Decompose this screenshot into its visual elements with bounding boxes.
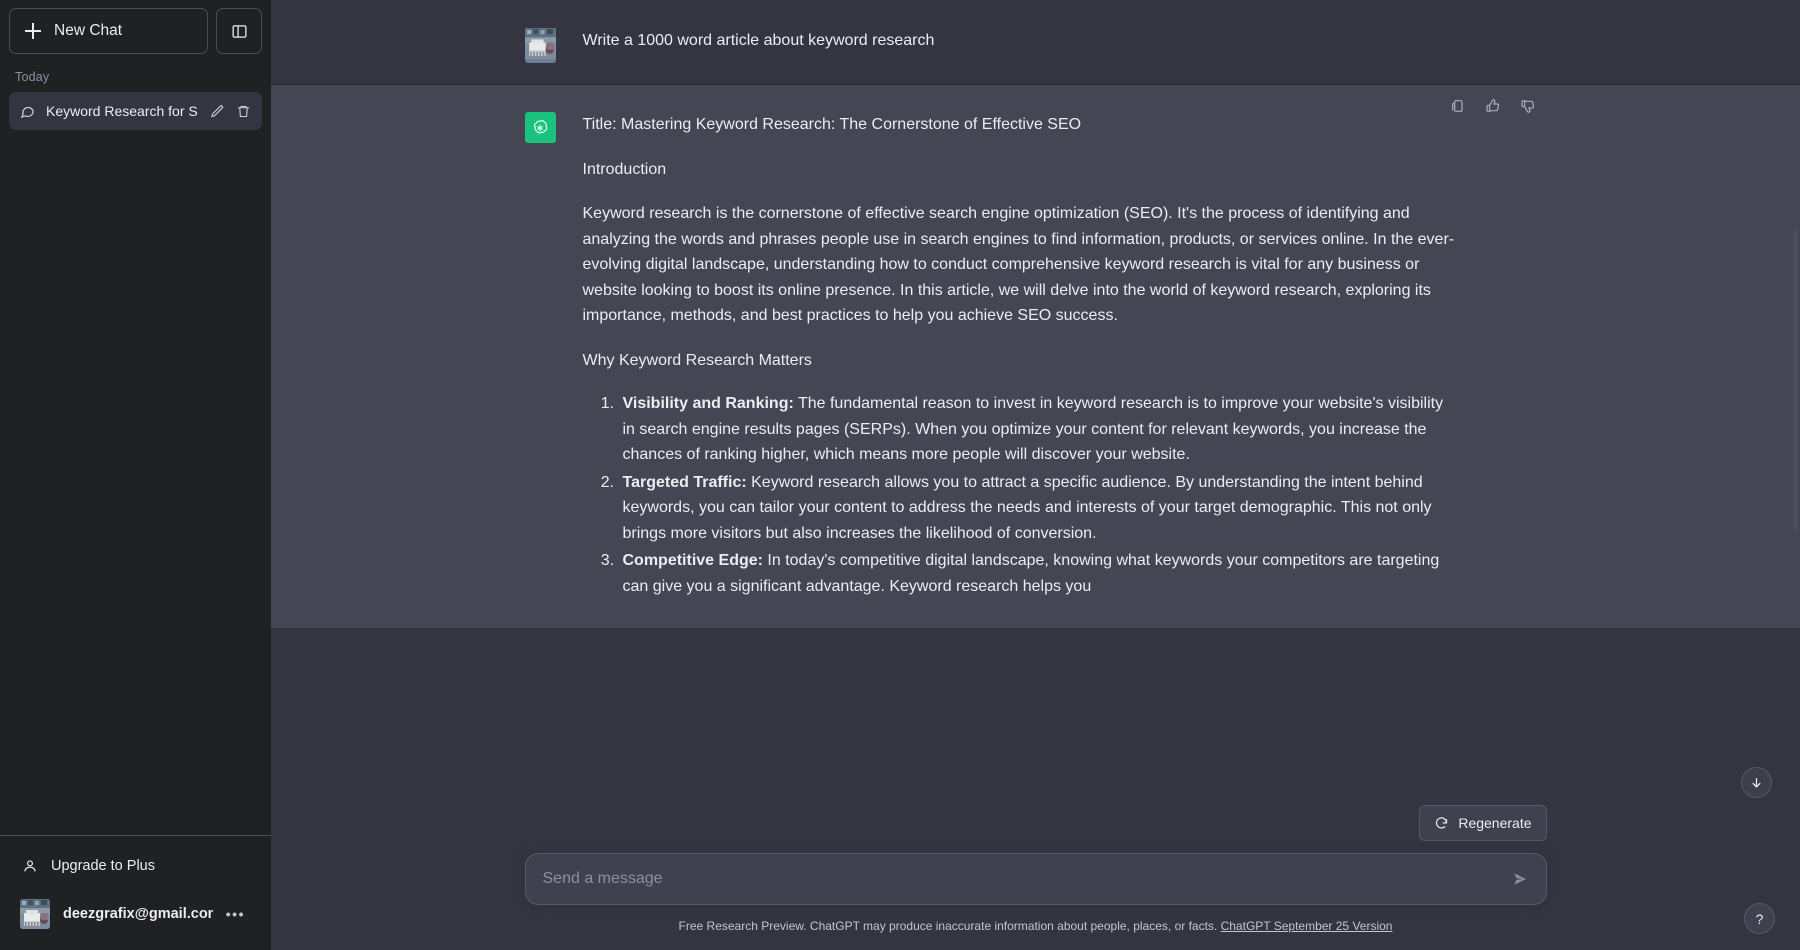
thumbs-up-button[interactable] <box>1480 93 1506 119</box>
sidebar-toggle-icon <box>231 24 247 38</box>
assistant-ordered-list: Visibility and Ranking: The fundamental … <box>583 391 1457 599</box>
list-item-term: Competitive Edge: <box>622 552 763 569</box>
chat-history: Today Keyword Research for S <box>0 54 271 835</box>
footer-disclaimer: Free Research Preview. ChatGPT may produ… <box>525 905 1547 934</box>
sidebar-toggle-button[interactable] <box>216 8 262 54</box>
disclaimer-text: Free Research Preview. ChatGPT may produ… <box>678 919 1218 933</box>
history-group-label: Today <box>15 70 50 84</box>
new-chat-label: New Chat <box>54 22 123 39</box>
assistant-paragraph-introduction: Keyword research is the cornerstone of e… <box>582 205 1455 324</box>
regenerate-button[interactable]: Regenerate <box>1419 805 1547 841</box>
arrow-down-icon <box>1752 778 1761 788</box>
list-item: Targeted Traffic: Keyword research allow… <box>619 470 1457 547</box>
scroll-to-bottom-button[interactable] <box>1741 767 1772 798</box>
main-panel: Write a 1000 word article about keyword … <box>271 0 1800 950</box>
thread-scrollbar[interactable] <box>1793 230 1798 530</box>
account-email: deezgrafix@gmail.com <box>63 906 213 922</box>
openai-flower-icon <box>534 119 548 133</box>
version-link[interactable]: ChatGPT September 25 Version <box>1221 919 1393 933</box>
sidebar: New Chat Today Keyword Research for S Up… <box>0 0 271 950</box>
send-button[interactable] <box>1506 865 1534 893</box>
upgrade-to-plus-button[interactable]: Upgrade to Plus <box>9 844 262 888</box>
list-item-term: Targeted Traffic: <box>622 473 747 491</box>
message-row-user: Write a 1000 word article about keyword … <box>271 0 1800 84</box>
thumbs-up-icon <box>1485 99 1499 112</box>
trash-icon[interactable] <box>236 104 251 119</box>
user-photo-avatar <box>524 28 556 63</box>
copy-icon <box>1451 100 1463 112</box>
user-message-text: Write a 1000 word article about keyword … <box>582 32 935 49</box>
new-chat-button[interactable]: New Chat <box>9 8 208 54</box>
account-button[interactable]: deezgrafix@gmail.com ••• <box>9 888 262 940</box>
copy-button[interactable] <box>1445 93 1471 119</box>
avatar <box>524 28 556 63</box>
thumbs-down-icon <box>1520 100 1534 113</box>
list-item: Visibility and Ranking: The fundamental … <box>619 391 1457 468</box>
chat-history-item-title: Keyword Research for S <box>46 103 198 119</box>
regenerate-label: Regenerate <box>1458 815 1532 831</box>
user-photo-avatar <box>20 899 50 929</box>
chatgpt-logo <box>524 112 556 143</box>
message-input-box[interactable] <box>524 853 1547 905</box>
message-row-assistant: Title: Mastering Keyword Research: The C… <box>271 84 1800 628</box>
assistant-title-line: Title: Mastering Keyword Research: The C… <box>582 116 1082 133</box>
ellipsis-icon[interactable]: ••• <box>226 906 251 922</box>
message-body-assistant: Title: Mastering Keyword Research: The C… <box>583 112 1547 601</box>
refresh-icon <box>1436 816 1448 829</box>
sidebar-footer: Upgrade to Plus deezgrafix@gmail.com ••• <box>0 835 271 950</box>
assistant-heading-introduction: Introduction <box>582 160 667 178</box>
upgrade-label: Upgrade to Plus <box>51 858 155 874</box>
thumbs-down-button[interactable] <box>1515 93 1541 119</box>
user-photo-avatar-image <box>524 28 556 59</box>
search-input[interactable] <box>542 870 1498 888</box>
plus-icon <box>25 23 41 39</box>
message-body-user: Write a 1000 word article about keyword … <box>583 28 1547 59</box>
avatar <box>20 899 50 929</box>
list-item: Competitive Edge: In today's competitive… <box>619 548 1457 599</box>
help-button[interactable]: ? <box>1744 903 1775 934</box>
list-item-term: Visibility and Ranking: <box>622 395 794 412</box>
message-actions <box>1445 93 1541 119</box>
question-mark-icon: ? <box>1755 910 1764 927</box>
avatar <box>524 112 556 143</box>
pencil-icon[interactable] <box>210 104 225 119</box>
conversation-thread: Write a 1000 word article about keyword … <box>271 0 1800 950</box>
chat-bubble-icon <box>20 106 34 118</box>
person-icon <box>24 860 36 872</box>
send-arrow-icon <box>1513 873 1526 885</box>
assistant-heading-why: Why Keyword Research Matters <box>582 351 812 369</box>
chatgpt-app: New Chat Today Keyword Research for S Up… <box>0 0 1800 950</box>
sidebar-header: New Chat <box>0 0 271 54</box>
chat-history-item[interactable]: Keyword Research for S <box>9 92 262 130</box>
